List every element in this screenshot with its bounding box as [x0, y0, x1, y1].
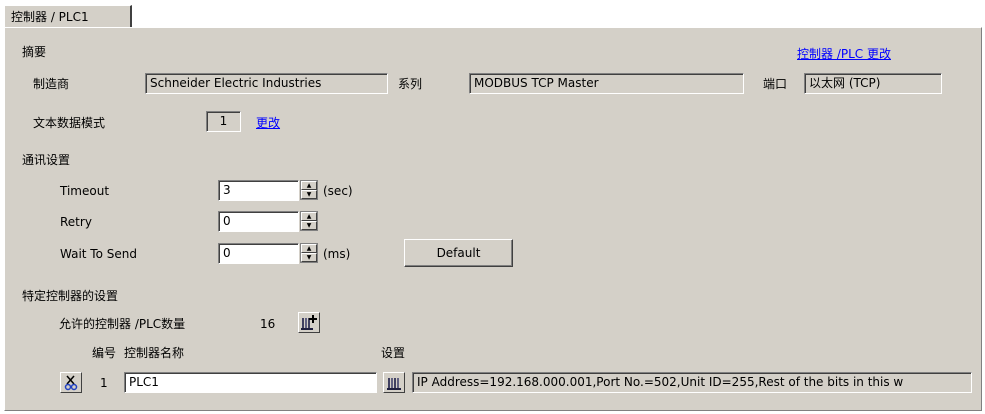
- allowed-count-label: 允许的控制器 /PLC数量: [59, 317, 186, 331]
- device-name-input[interactable]: PLC1: [124, 372, 377, 393]
- timeout-stepper[interactable]: ▲ ▼: [300, 180, 318, 200]
- spin-up-icon[interactable]: ▲: [301, 212, 317, 221]
- port-label: 端口: [763, 77, 788, 91]
- default-button[interactable]: Default: [404, 239, 513, 267]
- wait-to-send-input[interactable]: 0: [218, 243, 299, 264]
- timeout-input[interactable]: 3: [218, 180, 299, 201]
- retry-input[interactable]: 0: [218, 211, 299, 232]
- comm-heading: 通讯设置: [22, 153, 71, 167]
- timeout-unit: (sec): [323, 184, 353, 198]
- text-mode-field: 1: [206, 111, 241, 132]
- manufacturer-label: 制造商: [33, 77, 70, 91]
- text-mode-label: 文本数据模式: [33, 116, 106, 130]
- col-number-header: 编号: [92, 346, 117, 360]
- timeout-label: Timeout: [60, 184, 110, 198]
- text-mode-change-link[interactable]: 更改: [256, 114, 280, 131]
- tab-label: 控制器 / PLC1: [11, 10, 89, 24]
- port-field: 以太网 (TCP): [804, 73, 942, 94]
- wait-to-send-stepper[interactable]: ▲ ▼: [300, 243, 318, 263]
- spin-down-icon[interactable]: ▼: [301, 221, 317, 230]
- retry-label: Retry: [60, 215, 92, 229]
- spin-up-icon[interactable]: ▲: [301, 244, 317, 253]
- spin-down-icon[interactable]: ▼: [301, 190, 317, 199]
- wait-to-send-unit: (ms): [323, 247, 351, 261]
- device-settings-summary: IP Address=192.168.000.001,Port No.=502,…: [412, 372, 972, 393]
- row-number: 1: [100, 376, 108, 390]
- allowed-count-value: 16: [260, 317, 276, 331]
- wait-to-send-label: Wait To Send: [60, 247, 137, 261]
- retry-stepper[interactable]: ▲ ▼: [300, 211, 318, 231]
- col-name-header: 控制器名称: [124, 346, 185, 360]
- col-settings-header: 设置: [381, 346, 406, 360]
- tab-controller-plc1[interactable]: 控制器 / PLC1: [4, 5, 132, 27]
- manufacturer-field: Schneider Electric Industries: [145, 73, 388, 94]
- spin-down-icon[interactable]: ▼: [301, 253, 317, 262]
- add-device-icon[interactable]: [298, 312, 320, 333]
- series-field: MODBUS TCP Master: [469, 73, 744, 94]
- series-label: 系列: [398, 77, 423, 91]
- change-controller-link[interactable]: 控制器 /PLC 更改: [797, 45, 891, 62]
- summary-heading: 摘要: [22, 45, 47, 59]
- device-settings-icon[interactable]: [383, 372, 405, 393]
- delete-device-icon[interactable]: [60, 372, 82, 393]
- device-heading: 特定控制器的设置: [22, 289, 119, 303]
- spin-up-icon[interactable]: ▲: [301, 181, 317, 190]
